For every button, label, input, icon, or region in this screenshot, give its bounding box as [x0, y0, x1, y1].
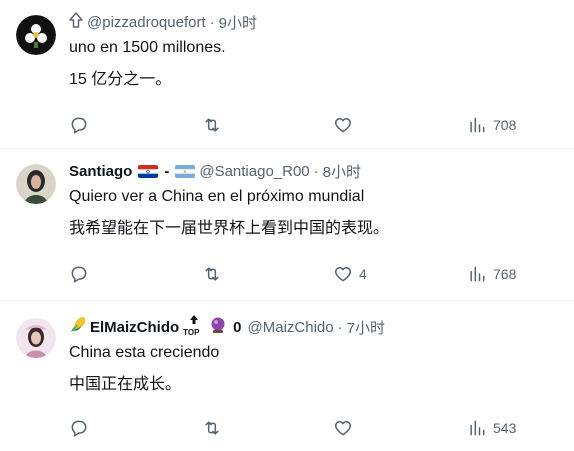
top-arrow-icon: TOP — [183, 315, 205, 337]
tweet-2[interactable]: Santiago - @Santiago_R00 · 8小时 Quiero ve… — [0, 149, 574, 301]
bar-chart-icon — [470, 266, 485, 282]
reply-icon — [71, 266, 87, 283]
tweet-actions: 4 768 — [69, 264, 558, 286]
reply-button[interactable] — [69, 264, 89, 284]
tweet-text-original: China esta creciendo — [69, 344, 220, 361]
top-label: TOP — [183, 328, 200, 337]
bar-chart-icon — [470, 420, 485, 436]
reply-icon — [71, 420, 87, 437]
views-button[interactable]: 708 — [467, 115, 516, 135]
reply-button[interactable] — [69, 115, 89, 135]
retweet-icon — [205, 421, 219, 435]
views-count: 768 — [493, 266, 517, 282]
separator-dot: · — [209, 13, 215, 31]
retweet-icon — [205, 267, 219, 281]
tweet-text-translation: 中国正在成长。 — [69, 376, 182, 393]
reply-button[interactable] — [69, 418, 89, 438]
argentina-flag-icon — [175, 164, 196, 178]
crystal-ball-icon — [209, 316, 227, 338]
tweet-actions: 708 — [69, 115, 558, 137]
tweet-text-translation: 我希望能在下一届世界杯上看到中国的表现。 — [69, 220, 390, 237]
tweet-header: Santiago - @Santiago_R00 · 8小时 — [69, 160, 558, 182]
reply-feed: @pizzadroquefort · 9小时 uno en 1500 millo… — [0, 0, 574, 451]
retweet-button[interactable] — [202, 264, 222, 284]
display-name[interactable]: ElMaizChido — [90, 319, 179, 336]
reply-icon — [71, 117, 87, 134]
views-count: 708 — [493, 117, 517, 133]
timestamp[interactable]: 9小时 — [219, 12, 257, 33]
views-button[interactable]: 543 — [467, 418, 516, 438]
separator-dot: · — [337, 318, 343, 336]
retweet-icon — [205, 118, 219, 132]
arrow-up-outline-icon — [69, 12, 83, 32]
tweet-1[interactable]: @pizzadroquefort · 9小时 uno en 1500 millo… — [0, 0, 574, 149]
name-separator: - — [164, 162, 170, 180]
tweet-text-translation: 15 亿分之一。 — [69, 71, 172, 88]
timestamp[interactable]: 8小时 — [323, 161, 361, 182]
corn-icon — [69, 316, 87, 338]
bar-chart-icon — [470, 117, 485, 133]
tweet-text-original: Quiero ver a China en el próximo mundial — [69, 188, 365, 205]
user-handle[interactable]: @pizzadroquefort — [87, 14, 206, 31]
display-name[interactable]: Santiago — [69, 163, 132, 180]
like-button[interactable] — [333, 418, 353, 438]
retweet-button[interactable] — [202, 418, 222, 438]
paraguay-flag-icon — [138, 164, 159, 178]
heart-icon — [334, 118, 352, 133]
user-handle[interactable]: @MaizChido — [248, 319, 334, 336]
avatar[interactable] — [16, 164, 56, 204]
heart-icon — [334, 421, 352, 436]
tweet-header: @pizzadroquefort · 9小时 — [69, 11, 558, 33]
tweet-text-original: uno en 1500 millones. — [69, 39, 226, 56]
user-handle[interactable]: @Santiago_R00 — [199, 163, 309, 180]
like-button[interactable] — [333, 115, 353, 135]
views-count: 543 — [493, 420, 517, 436]
avatar[interactable] — [16, 15, 56, 55]
name-suffix: 0 — [233, 318, 242, 336]
like-button[interactable]: 4 — [333, 264, 367, 284]
views-button[interactable]: 768 — [467, 264, 516, 284]
tweet-header: ElMaizChido TOP 0 @MaizChido · 7小时 — [69, 315, 558, 338]
timestamp[interactable]: 7小时 — [347, 317, 385, 338]
separator-dot: · — [313, 162, 319, 180]
heart-icon — [334, 267, 352, 282]
likes-count: 4 — [359, 266, 367, 282]
tweet-3[interactable]: ElMaizChido TOP 0 @MaizChido · 7小时 China… — [0, 301, 574, 451]
retweet-button[interactable] — [202, 115, 222, 135]
avatar[interactable] — [16, 318, 56, 358]
tweet-actions: 543 — [69, 418, 558, 440]
